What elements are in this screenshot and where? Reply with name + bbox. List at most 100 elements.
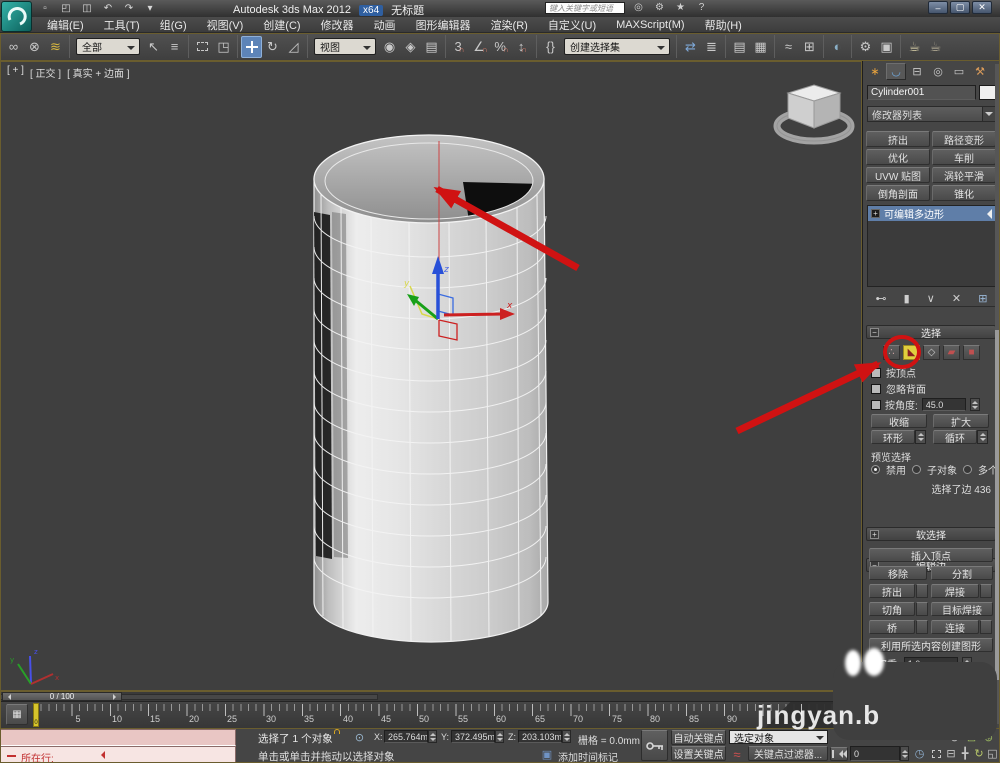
loop-spinner[interactable] (977, 430, 988, 444)
rendered-frame-window-icon[interactable]: ▣ (876, 36, 897, 58)
curve-editor-icon[interactable]: ≈ (778, 36, 799, 58)
listener-scroll-icon[interactable] (97, 751, 105, 759)
y-coord-spinner[interactable] (495, 730, 504, 743)
angle-snap-icon[interactable]: ∠∩ (470, 36, 491, 58)
extrude-button[interactable]: 挤出 (869, 584, 915, 598)
chamfer-settings-icon[interactable] (916, 602, 928, 616)
bind-to-spacewarp-icon[interactable]: ≋ (45, 36, 66, 58)
selection-filter-dropdown[interactable]: 全部 (76, 38, 140, 55)
ignore-backfacing-checkbox[interactable] (871, 384, 881, 394)
open-file-icon[interactable]: ◰ (57, 1, 75, 15)
edge-subobject-icon[interactable]: ◣ (903, 345, 920, 360)
modifier-bevelprofile-button[interactable]: 倒角剖面 (866, 185, 930, 201)
bridge-settings-icon[interactable] (916, 620, 928, 634)
bridge-button[interactable]: 桥 (869, 620, 915, 634)
menu-rendering[interactable]: 渲染(R) (482, 17, 537, 33)
reference-coordinate-dropdown[interactable]: 视图 (314, 38, 376, 55)
split-button[interactable]: 分割 (931, 566, 993, 580)
absolute-offset-toggle-icon[interactable]: ⊙ (351, 730, 368, 744)
by-angle-spinner[interactable] (970, 398, 980, 411)
maximize-viewport-icon[interactable]: ◱ (986, 746, 999, 760)
window-crossing-icon[interactable]: ◳ (213, 36, 234, 58)
by-vertex-checkbox[interactable] (871, 368, 881, 378)
redo-icon[interactable]: ↷ (120, 1, 138, 15)
named-selection-sets-dropdown[interactable]: 创建选择集 (564, 38, 670, 55)
gizmo-x-axis[interactable] (444, 314, 503, 315)
edit-named-selection-sets-icon[interactable]: {} (540, 36, 561, 58)
select-and-scale-icon[interactable]: ◿ (283, 36, 304, 58)
preview-multi-radio[interactable] (963, 465, 972, 474)
rollout-soft-selection-header[interactable]: + 软选择 (866, 527, 996, 541)
previous-frame-icon[interactable] (5, 694, 11, 700)
graphite-ribbon-icon[interactable]: ▦ (750, 36, 771, 58)
tab-hierarchy-icon[interactable]: ⊟ (907, 63, 927, 80)
auto-key-button[interactable]: 自动关键点 (671, 730, 726, 745)
modifier-extrude-button[interactable]: 挤出 (866, 131, 930, 147)
track-bar[interactable]: ▦ 0 5 10 15 20 25 30 35 40 45 50 55 60 6… (0, 701, 862, 728)
keyboard-override-icon[interactable]: ▤ (421, 36, 442, 58)
time-configuration-icon[interactable]: ◷ (912, 747, 927, 760)
goto-start-button[interactable] (830, 747, 848, 761)
key-filter-scope-dropdown[interactable]: 选定对象 (729, 730, 828, 744)
stack-item-editable-poly[interactable]: + 可编辑多边形 (868, 206, 995, 221)
modifier-taper-button[interactable]: 锥化 (932, 185, 996, 201)
orbit-icon[interactable]: ↻ (972, 746, 986, 760)
loop-button[interactable]: 循环 (933, 430, 977, 444)
target-weld-button[interactable]: 目标焊接 (931, 602, 993, 616)
object-color-swatch[interactable] (979, 85, 996, 100)
menu-group[interactable]: 组(G) (151, 17, 196, 33)
set-key-button[interactable]: 设置关键点 (671, 746, 726, 761)
spinner-snap-icon[interactable]: ↕∩ (512, 36, 533, 58)
layer-manager-icon[interactable]: ▤ (729, 36, 750, 58)
mirror-icon[interactable]: ⇄ (680, 36, 701, 58)
material-editor-icon[interactable]: ◐ (827, 36, 848, 58)
minimize-button[interactable]: – (928, 1, 948, 14)
select-by-name-icon[interactable]: ≡ (164, 36, 185, 58)
selection-region-icon[interactable] (929, 747, 944, 760)
connect-settings-icon[interactable] (980, 620, 992, 634)
modifier-list-dropdown[interactable]: 修改器列表 (867, 106, 996, 122)
select-and-rotate-icon[interactable]: ↻ (262, 36, 283, 58)
close-button[interactable]: ✕ (972, 1, 992, 14)
key-filters-button[interactable]: 关键点过滤器... (748, 746, 828, 761)
modifier-pathdeform-button[interactable]: 路径变形 (932, 131, 996, 147)
render-setup-icon[interactable]: ⚙ (855, 36, 876, 58)
app-logo[interactable] (1, 1, 32, 32)
current-frame-field[interactable]: 0 (850, 746, 900, 761)
polygon-subobject-icon[interactable]: ▰ (943, 345, 960, 360)
by-angle-field[interactable]: 45.0 (922, 398, 966, 411)
render-production-icon[interactable]: ☕ (904, 36, 925, 58)
pin-stack-icon[interactable]: ⊷ (876, 292, 887, 305)
chamfer-button[interactable]: 切角 (869, 602, 915, 616)
menu-modifiers[interactable]: 修改器 (312, 17, 363, 33)
help-icon[interactable]: ? (693, 1, 710, 14)
element-subobject-icon[interactable]: ■ (963, 345, 980, 360)
modifier-lathe-button[interactable]: 车削 (932, 149, 996, 165)
rectangular-selection-region-icon[interactable] (192, 36, 213, 58)
align-icon[interactable]: ≣ (701, 36, 722, 58)
object-name-field[interactable]: Cylinder001 (867, 85, 976, 100)
tab-modify-icon[interactable]: ◡ (886, 63, 906, 80)
rollout-selection-header[interactable]: − 选择 (866, 325, 996, 339)
menu-customize[interactable]: 自定义(U) (539, 17, 605, 33)
viewcube[interactable] (777, 85, 851, 141)
ring-button[interactable]: 环形 (871, 430, 915, 444)
z-coord-field[interactable]: 203.103mm (518, 730, 562, 743)
search-icon[interactable]: ◎ (630, 1, 647, 14)
modifier-uvwmap-button[interactable]: UVW 贴图 (866, 167, 930, 183)
next-frame-icon[interactable] (113, 694, 119, 700)
select-object-icon[interactable]: ↖ (143, 36, 164, 58)
maxscript-listener[interactable]: 所在行: (0, 746, 236, 763)
viewport-canvas[interactable]: z y x x y z (1, 62, 861, 690)
connect-button[interactable]: 连接 (931, 620, 979, 634)
shrink-button[interactable]: 收缩 (871, 414, 927, 428)
viewport[interactable]: [ + ] [ 正交 ] [ 真实 + 边面 ] (0, 61, 862, 691)
frame-spinner[interactable] (900, 746, 909, 761)
tab-create-icon[interactable]: ∗ (865, 63, 885, 80)
make-unique-icon[interactable]: ∨ (927, 292, 935, 305)
menu-edit[interactable]: 编辑(E) (38, 17, 93, 33)
menu-maxscript[interactable]: MAXScript(M) (607, 19, 693, 31)
remove-button[interactable]: 移除 (869, 566, 927, 580)
x-coord-field[interactable]: 265.764mm (384, 730, 428, 743)
zoom-region-icon[interactable]: ⊟ (944, 746, 958, 760)
